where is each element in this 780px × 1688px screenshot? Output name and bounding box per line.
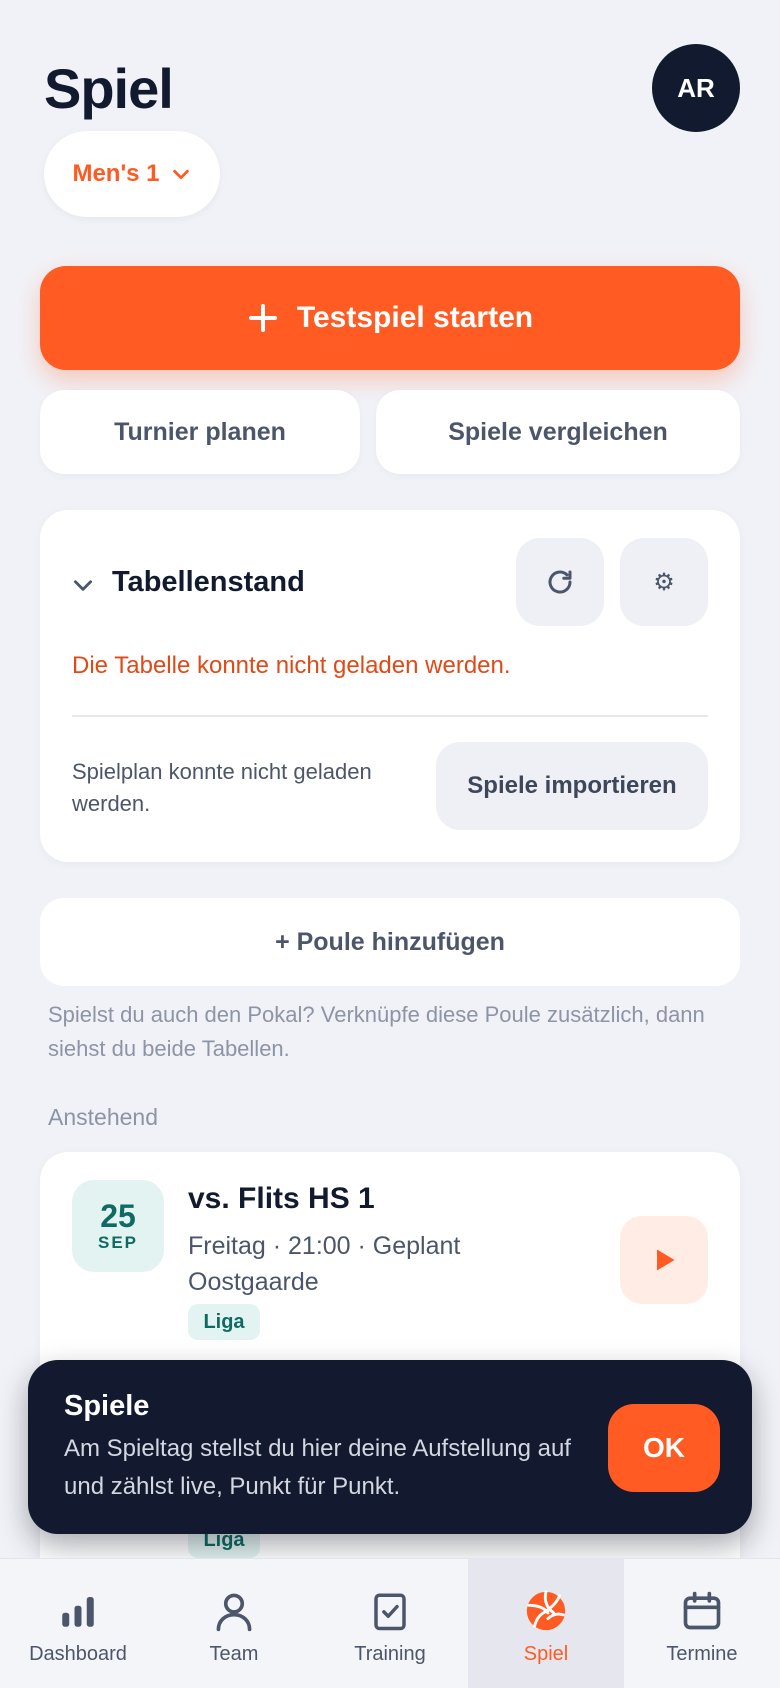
spiel-screen: Spiel AR Men's 1 Testspiel starten Turni…: [0, 0, 780, 1688]
divider: [72, 715, 708, 717]
person-icon: [210, 1587, 258, 1635]
import-matches-button[interactable]: Spiele importieren: [436, 742, 708, 830]
nav-item-dashboard[interactable]: Dashboard: [0, 1559, 156, 1688]
gear-icon: ⚙: [653, 568, 675, 596]
chevron-down-icon: [172, 169, 189, 180]
team-selector[interactable]: Men's 1: [44, 131, 220, 217]
nav-item-team[interactable]: Team: [156, 1559, 312, 1688]
nav-label: Training: [354, 1643, 426, 1665]
start-test-match-label: Testspiel starten: [296, 301, 534, 334]
calendar-icon: [678, 1587, 726, 1635]
pool-hint: Spielst du auch den Pokal? Verknüpfe die…: [48, 1002, 705, 1061]
add-pool-button[interactable]: + Poule hinzufügen: [40, 898, 740, 986]
standings-card: Tabellenstand ⚙ Die Tabelle konnte nicht…: [40, 510, 740, 862]
nav-label: Spiel: [523, 1643, 569, 1665]
page-title: Spiel: [44, 57, 174, 120]
match-venue: Oostgaarde: [188, 1268, 319, 1296]
settings-button[interactable]: ⚙: [620, 538, 708, 626]
compare-matches-button[interactable]: Spiele vergleichen: [376, 390, 740, 474]
onboarding-toast: Spiele Am Spieltag stellst du hier deine…: [28, 1360, 752, 1534]
play-icon: [657, 1249, 675, 1271]
bar-chart-icon: [54, 1587, 102, 1635]
schedule-error: Spielplan konnte nicht geladen werden.: [72, 759, 372, 816]
clipboard-check-icon: [366, 1587, 414, 1635]
match-opponent: vs. Flits HS 1: [188, 1182, 375, 1215]
volleyball-icon: [522, 1587, 570, 1635]
nav-item-spiel[interactable]: Spiel: [468, 1559, 624, 1688]
refresh-icon: [548, 570, 572, 594]
date-month: SEP: [97, 1233, 139, 1252]
league-tag: Liga: [188, 1304, 260, 1340]
team-selector-label: Men's 1: [72, 160, 160, 187]
nav-item-termine[interactable]: Termine: [624, 1559, 780, 1688]
upcoming-section-label: Anstehend: [48, 1104, 158, 1130]
nav-label: Dashboard: [29, 1643, 127, 1665]
collapse-chevron-icon[interactable]: [70, 572, 96, 598]
nav-label: Termine: [666, 1643, 738, 1665]
plan-tournament-button[interactable]: Turnier planen: [40, 390, 360, 474]
plus-icon: [248, 304, 277, 332]
match-meta: Freitag · 21:00 · Geplant: [188, 1232, 461, 1260]
date-badge: 25 SEP: [72, 1180, 164, 1272]
date-day: 25: [100, 1198, 136, 1234]
bottom-nav: Dashboard Team Training Spiel Termine: [0, 1558, 780, 1688]
toast-title: Spiele: [64, 1390, 150, 1422]
toast-body: Am Spieltag stellst du hier deine Aufste…: [64, 1435, 571, 1500]
nav-label: Team: [209, 1643, 259, 1665]
standings-error: Die Tabelle konnte nicht geladen werden.: [72, 652, 511, 679]
play-match-button[interactable]: [620, 1216, 708, 1304]
avatar-initials: AR: [677, 72, 715, 103]
refresh-button[interactable]: [516, 538, 604, 626]
toast-ok-button[interactable]: OK: [608, 1404, 720, 1492]
avatar[interactable]: AR: [652, 44, 740, 132]
start-test-match-button[interactable]: Testspiel starten: [40, 266, 740, 370]
nav-item-training[interactable]: Training: [312, 1559, 468, 1688]
standings-title[interactable]: Tabellenstand: [112, 566, 305, 599]
